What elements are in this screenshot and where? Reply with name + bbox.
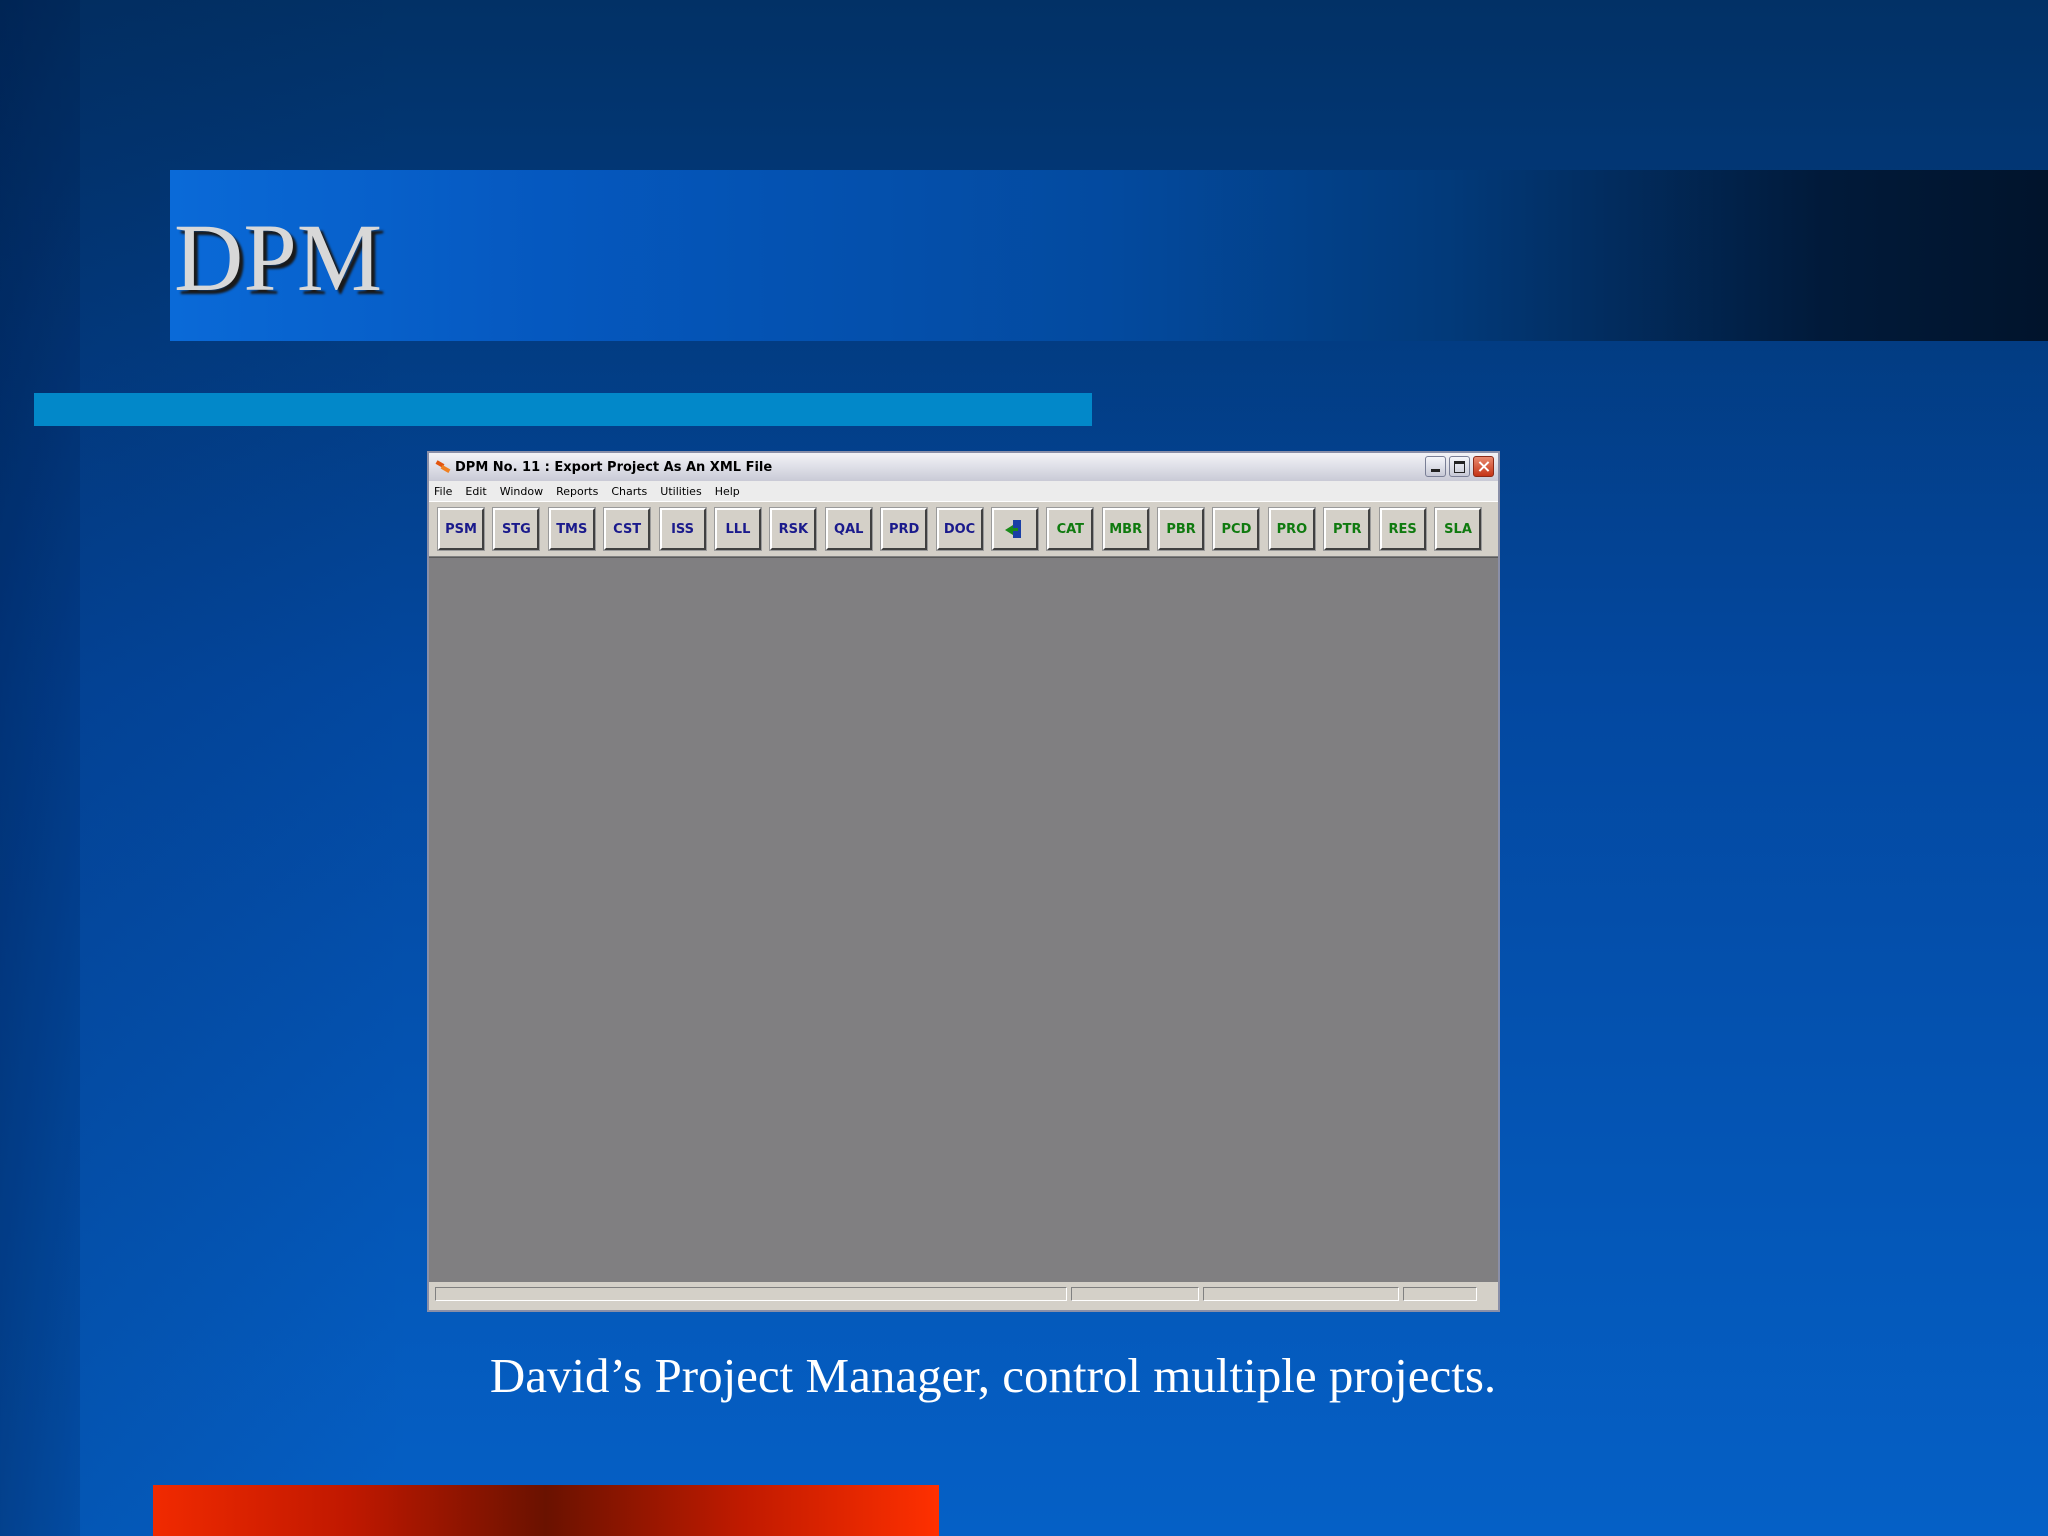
menu-help[interactable]: Help (715, 485, 740, 498)
toolbar-button-sla[interactable]: SLA (1434, 507, 1483, 551)
toolbar-button-ptr[interactable]: PTR (1323, 507, 1372, 551)
menu-reports[interactable]: Reports (556, 485, 598, 498)
menu-window[interactable]: Window (500, 485, 543, 498)
minimize-button[interactable] (1425, 456, 1446, 477)
app-icon (435, 460, 451, 474)
toolbar-button-psm[interactable]: PSM (437, 507, 485, 551)
status-panel-2 (1071, 1286, 1199, 1301)
mdi-workspace[interactable] (429, 557, 1498, 1282)
toolbar-button-lll[interactable]: LLL (713, 507, 762, 551)
slide-caption: David’s Project Manager, control multipl… (489, 1348, 1497, 1403)
toolbar-button-res[interactable]: RES (1378, 507, 1427, 551)
toolbar-button-rsk[interactable]: RSK (769, 507, 818, 551)
toolbar-button-qal[interactable]: QAL (824, 507, 873, 551)
title-band (170, 170, 2048, 341)
accent-bar (34, 393, 1092, 426)
toolbar-button-doc[interactable]: DOC (935, 507, 984, 551)
slide-title: DPM (174, 204, 383, 311)
toolbar-button-mbr[interactable]: MBR (1101, 507, 1150, 551)
close-button[interactable] (1473, 456, 1494, 477)
toolbar: PSM STG TMS CST ISS LLL RSK QAL PRD DOC … (429, 501, 1498, 557)
toolbar-button-tms[interactable]: TMS (547, 507, 596, 551)
toolbar-button-iss[interactable]: ISS (658, 507, 707, 551)
window-title: DPM No. 11 : Export Project As An XML Fi… (455, 459, 773, 475)
menu-file[interactable]: File (434, 485, 452, 498)
status-panel-3 (1203, 1286, 1399, 1301)
background-shade-edge (0, 0, 80, 1536)
window-titlebar[interactable]: DPM No. 11 : Export Project As An XML Fi… (429, 453, 1498, 481)
toolbar-button-cat[interactable]: CAT (1046, 507, 1095, 551)
status-bar (429, 1282, 1498, 1305)
footer-accent-bar (153, 1485, 939, 1536)
menu-edit[interactable]: Edit (465, 485, 486, 498)
exit-door-icon (1004, 519, 1025, 539)
toolbar-button-pbr[interactable]: PBR (1157, 507, 1206, 551)
toolbar-button-prd[interactable]: PRD (880, 507, 929, 551)
maximize-button[interactable] (1449, 456, 1470, 477)
menu-charts[interactable]: Charts (611, 485, 647, 498)
toolbar-button-pcd[interactable]: PCD (1212, 507, 1261, 551)
toolbar-button-stg[interactable]: STG (492, 507, 541, 551)
app-window: DPM No. 11 : Export Project As An XML Fi… (427, 451, 1500, 1312)
toolbar-button-exit[interactable] (990, 507, 1039, 551)
toolbar-button-cst[interactable]: CST (603, 507, 652, 551)
menu-bar: File Edit Window Reports Charts Utilitie… (429, 481, 1498, 501)
status-panel-4 (1403, 1286, 1477, 1301)
toolbar-button-pro[interactable]: PRO (1267, 507, 1316, 551)
status-panel-main (435, 1286, 1067, 1301)
menu-utilities[interactable]: Utilities (660, 485, 701, 498)
